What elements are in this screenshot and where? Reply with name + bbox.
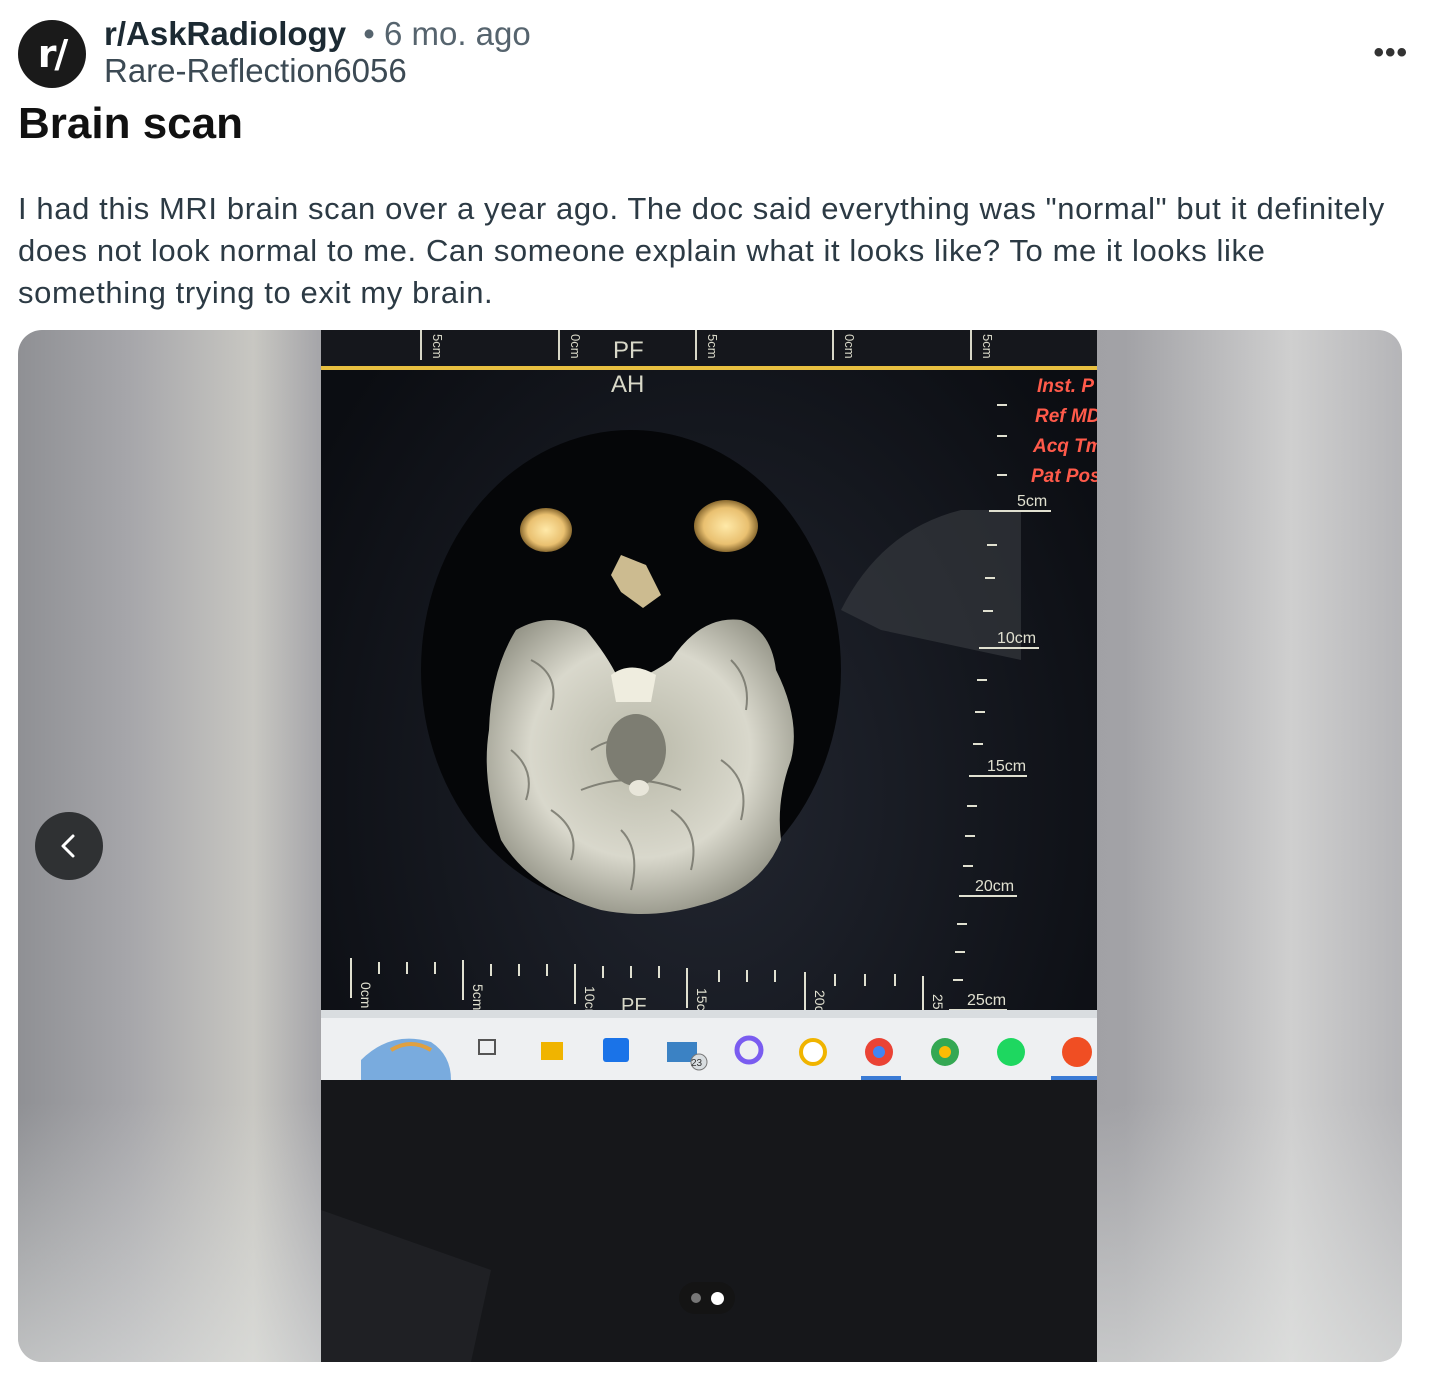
top-ruler-label: 5cm xyxy=(430,334,445,359)
meta-separator: • xyxy=(363,15,375,52)
pagination-dot-active[interactable] xyxy=(710,1291,724,1305)
right-ruler-label: 15cm xyxy=(987,758,1026,775)
post-time: 6 mo. ago xyxy=(383,15,531,52)
scan-info-refmd: Ref MD xyxy=(1035,406,1097,427)
right-ruler-label: 25cm xyxy=(967,992,1006,1009)
post-body: I had this MRI brain scan over a year ag… xyxy=(18,191,1385,310)
bottom-ruler-label: 5cm xyxy=(470,984,486,1010)
post-header: r/ r/AskRadiology • 6 mo. ago Rare-Refle… xyxy=(18,14,1414,90)
gallery-prev-button[interactable] xyxy=(35,812,103,880)
scan-info-patpos: Pat Pos xyxy=(1031,466,1097,487)
author-link[interactable]: Rare-Reflection6056 xyxy=(104,54,531,88)
bottom-ruler-label: 0cm xyxy=(358,982,374,1008)
pagination-dot[interactable] xyxy=(690,1293,701,1303)
subreddit-avatar[interactable]: r/ xyxy=(18,20,86,88)
post-title: Brain scan xyxy=(18,99,243,148)
right-ruler-label: 5cm xyxy=(1017,493,1047,510)
chevron-left-icon xyxy=(61,834,75,858)
right-ruler-label: 10cm xyxy=(997,630,1036,647)
gallery-pagination xyxy=(679,1282,735,1314)
taskbar-mail-badge: 23 xyxy=(691,1058,703,1069)
scan-label-ah: AH xyxy=(611,371,644,398)
scan-info-inst: Inst. P xyxy=(1037,376,1094,397)
post-meta: r/AskRadiology • 6 mo. ago Rare-Reflecti… xyxy=(104,14,531,88)
top-ruler-label: 5cm xyxy=(980,334,995,359)
scan-label-pf-top: PF xyxy=(613,337,644,364)
top-ruler-label: 0cm xyxy=(568,334,583,359)
right-ruler-label: 20cm xyxy=(975,878,1014,895)
top-ruler-label: 5cm xyxy=(705,334,720,359)
subreddit-link[interactable]: r/AskRadiology xyxy=(104,15,346,52)
top-ruler-label: 0cm xyxy=(842,334,857,359)
mri-scan-photo: 5cm 0cm 5cm 0cm 5cm PF AH Inst. P Ref MD… xyxy=(321,330,1097,1362)
scan-info-acq: Acq Tm xyxy=(1032,436,1097,457)
image-gallery[interactable]: 5cm 0cm 5cm 0cm 5cm PF AH Inst. P Ref MD… xyxy=(18,330,1402,1362)
more-icon[interactable]: ••• xyxy=(1373,36,1408,70)
